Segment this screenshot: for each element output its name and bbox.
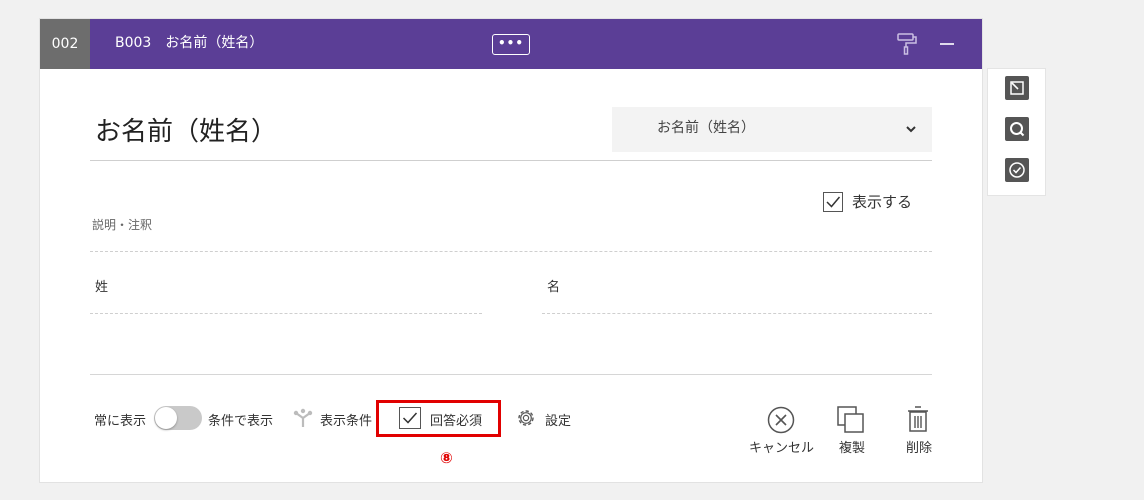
description-divider: [90, 251, 932, 252]
toggle-knob: [155, 407, 177, 429]
footer-divider: [90, 374, 932, 375]
side-toolbar: [988, 69, 1045, 195]
conditional-show-label: 条件で表示: [208, 414, 274, 429]
more-options-button[interactable]: •••: [492, 34, 530, 55]
last-name-input: [90, 313, 482, 314]
display-checkbox-label[interactable]: 表示する: [852, 191, 912, 212]
branch-icon[interactable]: [292, 408, 314, 428]
first-name-input: [542, 313, 932, 314]
card-header: 002 B003 お名前（姓名） •••: [40, 19, 982, 69]
paint-roller-icon[interactable]: [897, 33, 917, 55]
delete-button[interactable]: 削除: [906, 437, 932, 456]
question-type-select[interactable]: お名前（姓名）: [612, 107, 932, 152]
copy-icon[interactable]: [836, 405, 866, 435]
display-checkbox[interactable]: [823, 192, 843, 212]
always-show-label: 常に表示: [94, 414, 147, 429]
question-type-value: お名前（姓名）: [657, 120, 755, 136]
search-icon[interactable]: [1005, 117, 1029, 141]
display-condition-button[interactable]: 表示条件: [320, 410, 372, 429]
settings-button[interactable]: 設定: [545, 410, 571, 429]
required-checkbox[interactable]: [399, 407, 421, 429]
trash-icon[interactable]: [906, 404, 930, 434]
chevron-down-icon: [906, 126, 916, 133]
question-card: 002 B003 お名前（姓名） ••• お名前（姓名） お名前（姓名） 表示す…: [40, 19, 982, 482]
description-input[interactable]: 説明・注釈: [92, 216, 152, 233]
minimize-icon[interactable]: [940, 43, 954, 45]
question-title[interactable]: お名前（姓名）: [95, 111, 277, 148]
callout-marker: ⑧: [440, 449, 453, 467]
gear-icon[interactable]: [515, 407, 537, 429]
question-number: 002: [40, 19, 90, 69]
title-divider: [90, 160, 932, 161]
display-mode-toggle[interactable]: [154, 406, 202, 430]
cancel-button[interactable]: キャンセル: [749, 437, 814, 456]
first-name-label: 名: [547, 280, 561, 295]
edit-box-icon[interactable]: [1005, 76, 1029, 100]
cancel-icon[interactable]: [767, 406, 795, 434]
required-label[interactable]: 回答必須: [430, 410, 482, 429]
check-circle-icon[interactable]: [1005, 158, 1029, 182]
last-name-label: 姓: [95, 280, 109, 295]
question-header-title: B003 お名前（姓名）: [115, 35, 264, 51]
duplicate-button[interactable]: 複製: [839, 437, 865, 456]
